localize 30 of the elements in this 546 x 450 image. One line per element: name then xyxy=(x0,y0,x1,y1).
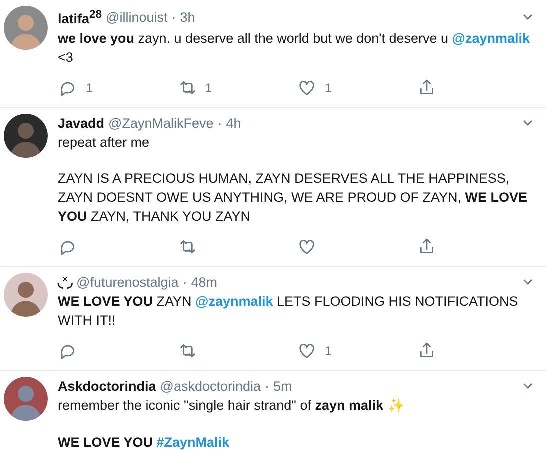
tweet-text: we love you zayn. u deserve all the world but we don't deserve u @zaynmalik <3 xyxy=(58,30,531,66)
retweet-button[interactable]: 1 xyxy=(178,78,297,98)
tweet-text: ZAYN IS A PRECIOUS HUMAN, ZAYN DESERVES ALL THE HAPPINESS, ZAYN DOESNT OWE US ANYTHING, WE ARE PROUD OF ZAYN, WE LOVE YOU ZAYN, THANK YOU ZAYN xyxy=(58,170,529,226)
user-handle[interactable]: @ZaynMalikFeve xyxy=(108,114,214,132)
user-name[interactable]: latifa$^{28}$ xyxy=(58,6,102,28)
mention-link[interactable]: @zaynmalik xyxy=(196,294,274,308)
tweet-text: WE LOVE YOU #ZaynMalik xyxy=(58,434,231,450)
user-name[interactable]: Askdoctorindia xyxy=(58,376,156,396)
user-handle[interactable]: @futurenostalgia xyxy=(76,272,179,292)
separator-dot: · xyxy=(265,378,270,396)
tweet-time[interactable]: 48m xyxy=(191,272,218,292)
like-button[interactable]: 1 xyxy=(297,78,416,98)
tweet-time[interactable]: 4h xyxy=(226,114,242,132)
tweet-time[interactable]: 5m xyxy=(274,376,292,396)
user-handle[interactable]: @illinouist xyxy=(106,8,168,27)
user-name[interactable]: ◟˟◞ xyxy=(58,272,72,292)
tweet-time[interactable]: 3h xyxy=(180,8,196,27)
separator-dot: · xyxy=(172,8,176,27)
tweet-text: repeat after me xyxy=(58,134,151,152)
mention-link[interactable]: @zaynmalik xyxy=(452,30,530,46)
mention-link[interactable]: #ZaynMalik xyxy=(156,434,230,450)
reply-button[interactable]: 1 xyxy=(58,78,178,98)
like-button[interactable]: 1 xyxy=(297,340,416,360)
avatar-icon[interactable] xyxy=(4,114,48,158)
separator-dot: · xyxy=(218,114,222,132)
tweet-text: remember the iconic "single hair strand" of zayn malik ✨ xyxy=(58,396,406,416)
tweet-text: WE LOVE YOU ZAYN @zaynmalik LETS FLOODING HIS NOTIFICATIONS WITH IT!! xyxy=(58,292,520,330)
separator-dot: · xyxy=(182,274,188,292)
user-name[interactable]: Javadd xyxy=(58,114,105,132)
user-handle[interactable]: @askdoctorindia xyxy=(160,376,262,396)
